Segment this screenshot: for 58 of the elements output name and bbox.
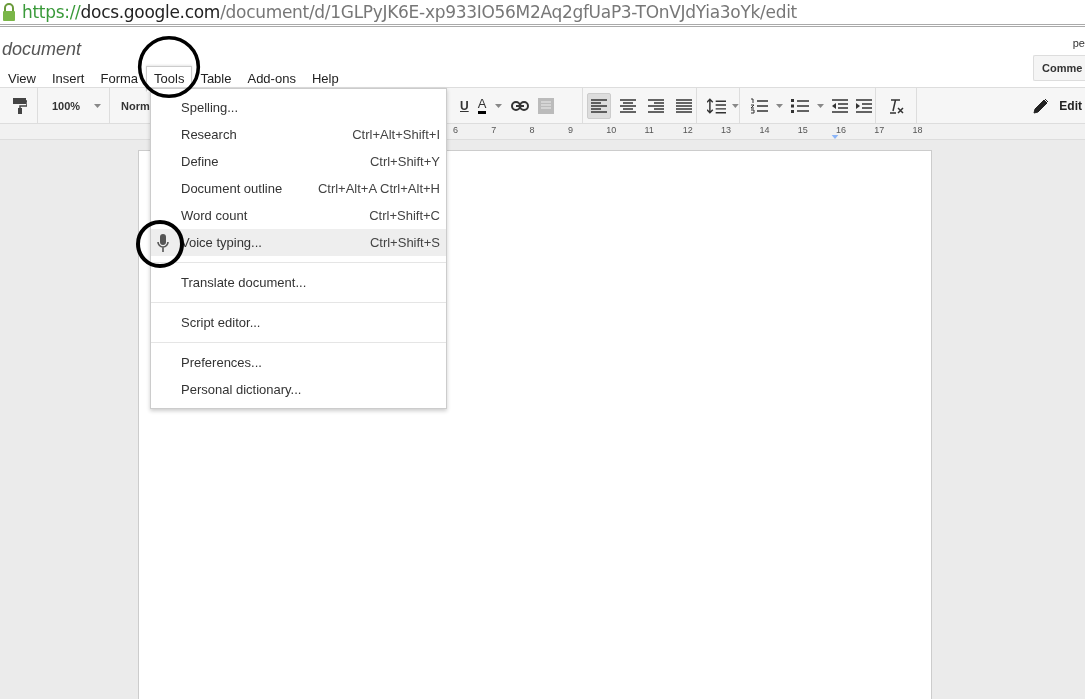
menu-item[interactable]: View — [0, 66, 44, 92]
menu-item[interactable]: Script editor... — [151, 309, 446, 336]
decrease-indent-icon[interactable] — [832, 98, 848, 113]
caret-icon — [495, 103, 503, 108]
increase-indent-icon[interactable] — [856, 98, 872, 113]
menu-item[interactable]: Translate document... — [151, 269, 446, 296]
caret-icon — [817, 103, 824, 108]
menu-item[interactable]: Preferences... — [151, 349, 446, 376]
ruler-number: 17 — [874, 125, 886, 135]
ruler-number: 16 — [835, 125, 847, 135]
menu-item[interactable]: Word count Ctrl+Shift+C — [151, 202, 446, 229]
annotation-circle — [135, 219, 185, 269]
document-title[interactable]: document — [2, 39, 347, 60]
caret-icon — [776, 103, 783, 108]
align-left-icon — [590, 98, 609, 113]
ruler-number: 18 — [912, 125, 924, 135]
lock-icon — [2, 3, 16, 21]
bulleted-list-icon[interactable] — [791, 97, 809, 114]
align-button[interactable] — [587, 92, 612, 119]
annotation-circle — [137, 35, 201, 99]
clear-formatting-icon[interactable] — [888, 97, 904, 114]
link-icon[interactable] — [511, 100, 530, 111]
ruler-number: 13 — [721, 125, 733, 135]
style-dropdown[interactable]: Norm — [121, 99, 150, 112]
ruler-number: 6 — [453, 125, 459, 135]
microphone-icon — [157, 234, 169, 252]
menu-item[interactable]: Spelling... — [151, 94, 446, 121]
caret-icon — [94, 103, 102, 108]
align-justify-icon — [674, 98, 693, 113]
zoom-dropdown[interactable]: 100% — [52, 99, 81, 112]
menu-item[interactable]: Personal dictionary... — [151, 376, 446, 403]
ruler-number: 10 — [606, 125, 618, 135]
menu-item[interactable]: Document outline Ctrl+Alt+A Ctrl+Alt+H — [151, 175, 446, 202]
pencil-icon — [1033, 97, 1050, 114]
menu-item[interactable]: Define Ctrl+Shift+Y — [151, 148, 446, 175]
menu-item[interactable]: Forma — [92, 66, 147, 92]
menu-item[interactable]: Insert — [43, 66, 93, 92]
align-center-icon — [618, 98, 637, 113]
ruler-number: 7 — [491, 125, 498, 135]
underline-button[interactable]: U — [460, 98, 469, 113]
ruler-number: 9 — [567, 125, 574, 135]
ruler-number: 15 — [797, 125, 809, 135]
paint-roller-icon[interactable] — [13, 97, 27, 114]
numbered-list-icon[interactable] — [750, 97, 768, 114]
align-right-icon — [646, 98, 665, 113]
url-text: https://docs.google.com/document/d/1GLPyJK6E-xp933IO56M2Aq2gfUaP3-TOnVJdYia3oYk/edit — [22, 2, 797, 22]
ruler-number: 12 — [682, 125, 694, 135]
editing-mode-button[interactable]: Edit — [1059, 98, 1082, 113]
address-bar[interactable]: https://docs.google.com/document/d/1GLPyJK6E-xp933IO56M2Aq2gfUaP3-TOnVJdYia3oYk/edit — [0, 0, 1085, 27]
account-label: pe — [1072, 37, 1085, 49]
line-spacing-icon[interactable] — [707, 97, 727, 114]
text-color-button[interactable]: A — [477, 97, 487, 114]
comments-button[interactable]: Comme — [1033, 55, 1085, 81]
ruler-number: 8 — [529, 125, 536, 135]
ruler-number: 11 — [644, 125, 655, 135]
ruler-number: 14 — [759, 125, 771, 135]
menu-item[interactable]: Research Ctrl+Alt+Shift+I — [151, 121, 446, 148]
caret-icon — [732, 103, 739, 108]
